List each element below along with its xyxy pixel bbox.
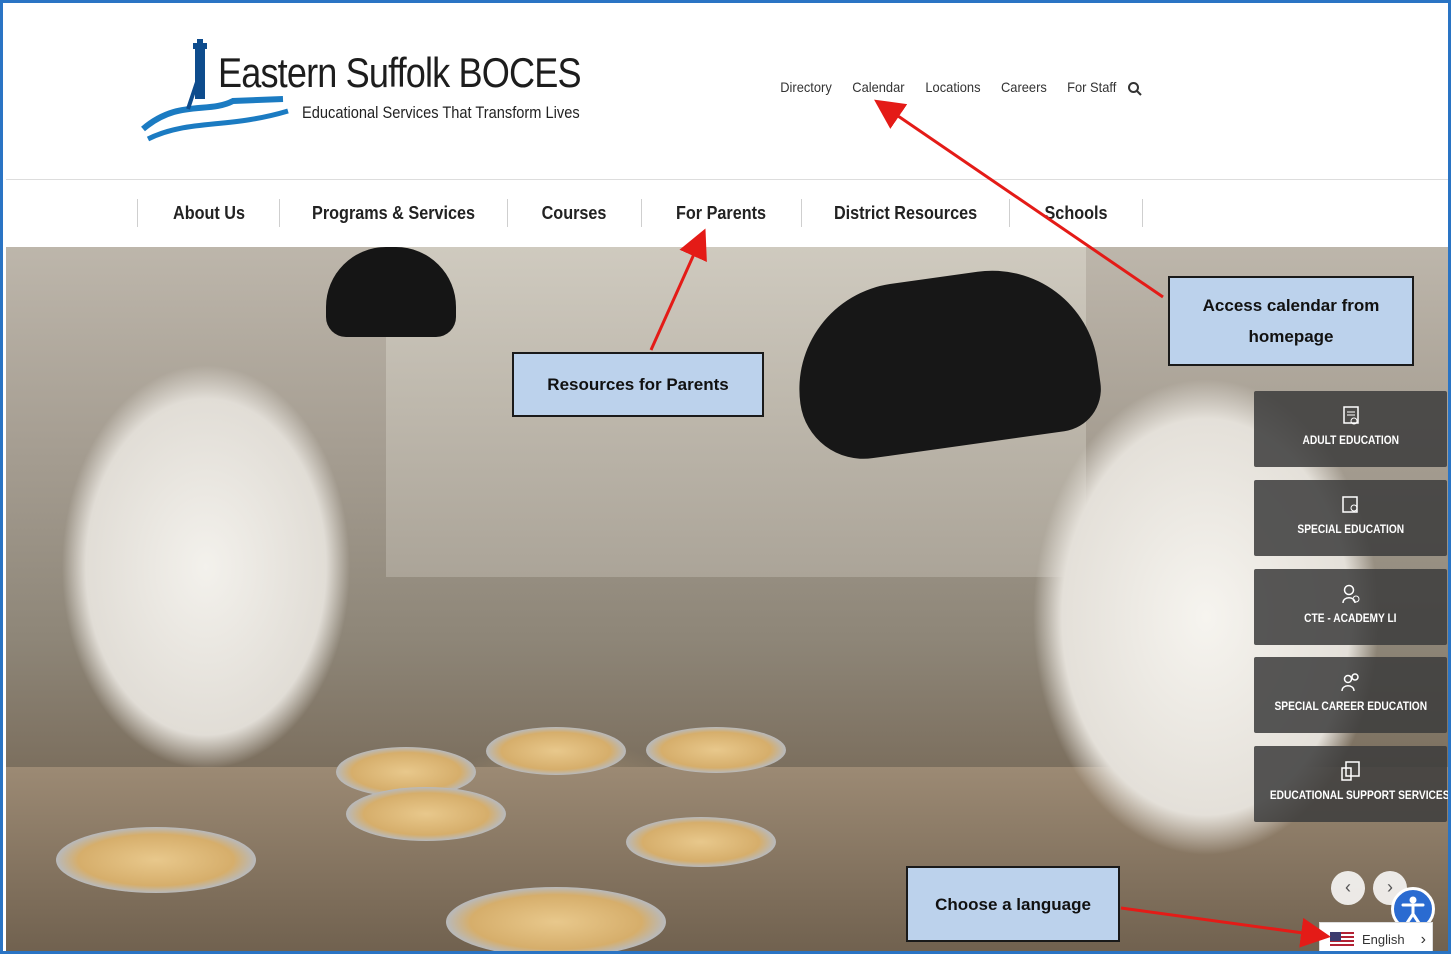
page-frame: Eastern Suffolk BOCES Educational Servic… xyxy=(0,0,1451,954)
annotation-arrows xyxy=(649,99,1331,948)
arrow-to-for-parents xyxy=(649,228,707,351)
arrow-to-calendar xyxy=(874,99,1164,299)
arrow-to-language xyxy=(1120,906,1331,948)
